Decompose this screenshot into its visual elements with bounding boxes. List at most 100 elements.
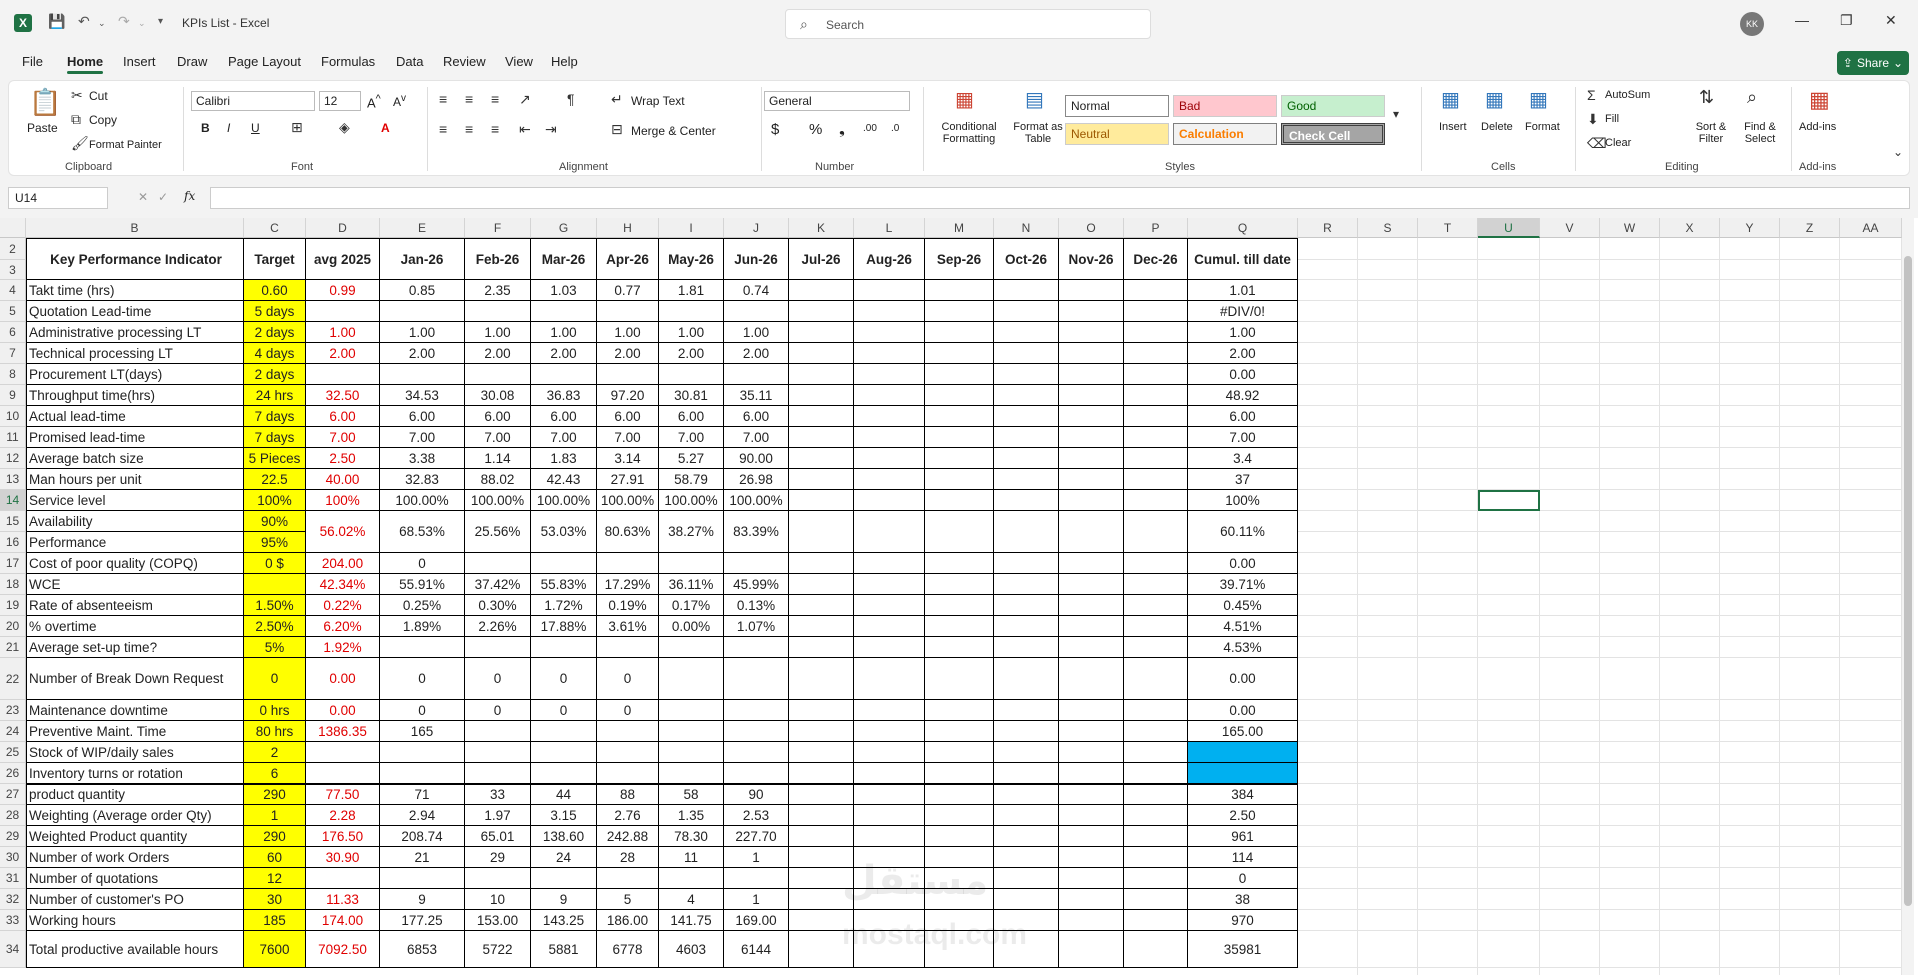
month-value[interactable]: [994, 385, 1059, 406]
month-value[interactable]: 27.91: [597, 469, 659, 490]
month-value[interactable]: [1124, 826, 1188, 847]
font-name-select[interactable]: Calibri: [191, 91, 315, 111]
month-value[interactable]: 0: [380, 553, 465, 574]
month-value[interactable]: [1059, 490, 1124, 511]
month-value[interactable]: [854, 847, 925, 868]
month-value[interactable]: [1059, 784, 1124, 805]
style-bad[interactable]: Bad: [1173, 95, 1277, 117]
column-header-s[interactable]: S: [1358, 218, 1418, 238]
redo-icon[interactable]: ↷: [118, 13, 130, 30]
avg-cell[interactable]: 7092.50: [306, 931, 380, 968]
delete-cells-button[interactable]: Delete: [1481, 121, 1513, 133]
month-value[interactable]: [994, 490, 1059, 511]
row-header-18[interactable]: 18: [0, 574, 26, 595]
month-value[interactable]: 37.42%: [465, 574, 531, 595]
month-value[interactable]: [994, 910, 1059, 931]
month-value[interactable]: 90.00: [724, 448, 789, 469]
redo-dropdown-icon[interactable]: ⌄: [138, 18, 146, 29]
column-header-i[interactable]: I: [659, 218, 724, 238]
clear-icon[interactable]: ⌫: [1587, 135, 1607, 152]
month-value[interactable]: 1.03: [531, 280, 597, 301]
target-cell[interactable]: 2: [244, 742, 306, 763]
month-value[interactable]: 5: [597, 889, 659, 910]
avg-cell[interactable]: 0.99: [306, 280, 380, 301]
month-value[interactable]: 58: [659, 784, 724, 805]
month-value[interactable]: [994, 700, 1059, 721]
header-month[interactable]: Jun-26: [724, 238, 789, 280]
row-header-34[interactable]: 34: [0, 931, 26, 968]
month-value[interactable]: 1.00: [597, 322, 659, 343]
month-value[interactable]: [789, 364, 854, 385]
tab-view[interactable]: View: [505, 54, 533, 69]
month-value[interactable]: [531, 742, 597, 763]
month-value[interactable]: 3.38: [380, 448, 465, 469]
month-value[interactable]: [1059, 469, 1124, 490]
month-value[interactable]: 29: [465, 847, 531, 868]
row-header-27[interactable]: 27: [0, 784, 26, 805]
kpi-label[interactable]: Stock of WIP/daily sales: [26, 742, 244, 763]
month-value[interactable]: [789, 553, 854, 574]
avg-cell[interactable]: 6.00: [306, 406, 380, 427]
worksheet-grid[interactable]: مستقل mostaql.com BCDEFGHIJKLMNOPQRSTUVW…: [0, 218, 1918, 975]
month-value[interactable]: [597, 364, 659, 385]
avg-cell[interactable]: [306, 868, 380, 889]
month-value[interactable]: [854, 658, 925, 700]
month-value[interactable]: [854, 385, 925, 406]
month-value[interactable]: [1059, 574, 1124, 595]
month-value[interactable]: [597, 301, 659, 322]
target-cell[interactable]: 0.60: [244, 280, 306, 301]
column-header-k[interactable]: K: [789, 218, 854, 238]
month-value[interactable]: 100.00%: [597, 490, 659, 511]
collapse-ribbon-icon[interactable]: ⌄: [1893, 145, 1903, 159]
month-value[interactable]: 6144: [724, 931, 789, 968]
month-value[interactable]: [1124, 469, 1188, 490]
month-value[interactable]: 36.11%: [659, 574, 724, 595]
column-header-q[interactable]: Q: [1188, 218, 1298, 238]
month-value[interactable]: [789, 406, 854, 427]
month-value[interactable]: [531, 721, 597, 742]
merge-center-icon[interactable]: ⊟: [611, 121, 623, 138]
month-value[interactable]: [789, 910, 854, 931]
month-value[interactable]: [1059, 637, 1124, 658]
month-value[interactable]: [597, 763, 659, 784]
kpi-label[interactable]: Average batch size: [26, 448, 244, 469]
find-select-button[interactable]: Find & Select: [1737, 121, 1783, 145]
format-cells-icon[interactable]: ▦: [1529, 87, 1548, 112]
month-value[interactable]: 100.00%: [531, 490, 597, 511]
font-size-select[interactable]: 12: [319, 91, 361, 111]
month-value[interactable]: [854, 553, 925, 574]
month-value[interactable]: 7.00: [659, 427, 724, 448]
cumul-cell[interactable]: 2.50: [1188, 805, 1298, 826]
row-header-19[interactable]: 19: [0, 595, 26, 616]
cumul-cell[interactable]: 7.00: [1188, 427, 1298, 448]
target-cell[interactable]: 5 days: [244, 301, 306, 322]
select-all-corner[interactable]: [0, 218, 26, 238]
increase-font-icon[interactable]: A^: [367, 93, 381, 110]
cumul-cell[interactable]: 0.00: [1188, 553, 1298, 574]
orientation-icon[interactable]: ↗: [519, 91, 531, 108]
kpi-label[interactable]: Number of customer's PO: [26, 889, 244, 910]
month-value[interactable]: [925, 595, 994, 616]
month-value[interactable]: [531, 301, 597, 322]
kpi-label[interactable]: Number of quotations: [26, 868, 244, 889]
month-value[interactable]: [1059, 889, 1124, 910]
merge-center-button[interactable]: Merge & Center: [631, 124, 716, 138]
month-value[interactable]: [1124, 322, 1188, 343]
month-value[interactable]: [1059, 847, 1124, 868]
month-value[interactable]: [854, 700, 925, 721]
month-value[interactable]: [1124, 616, 1188, 637]
cumul-cell[interactable]: 0.00: [1188, 700, 1298, 721]
month-value[interactable]: 141.75: [659, 910, 724, 931]
month-value[interactable]: [854, 301, 925, 322]
paste-icon[interactable]: 📋: [29, 87, 61, 118]
month-value[interactable]: [1059, 553, 1124, 574]
month-value[interactable]: [854, 742, 925, 763]
month-value[interactable]: 1.83: [531, 448, 597, 469]
kpi-label[interactable]: Weighted Product quantity: [26, 826, 244, 847]
month-value[interactable]: [724, 763, 789, 784]
target-cell[interactable]: 1.50%: [244, 595, 306, 616]
find-select-icon[interactable]: ⌕: [1747, 87, 1757, 108]
month-value[interactable]: [465, 742, 531, 763]
month-value[interactable]: 0: [597, 658, 659, 700]
month-value[interactable]: [465, 763, 531, 784]
